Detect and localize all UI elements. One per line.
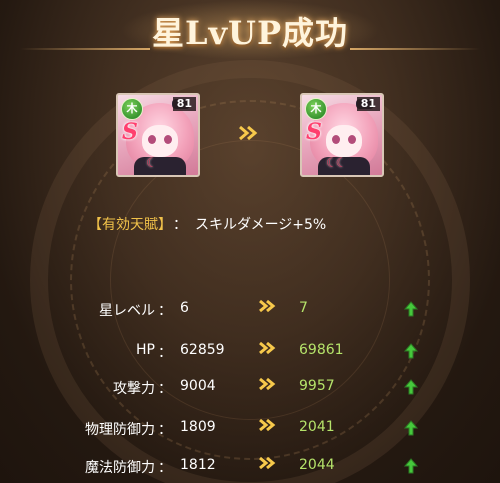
- stat-old-value: 1809: [180, 419, 216, 435]
- result-title: 星LvUP成功: [151, 14, 349, 52]
- double-chevron-right-icon-svg: [259, 418, 276, 432]
- stat-new-value: 7: [299, 300, 308, 316]
- double-chevron-right-icon: [258, 340, 278, 360]
- character-eye-right: [164, 135, 172, 144]
- double-chevron-right-icon-svg: [259, 377, 276, 391]
- stat-old-value: 6: [180, 300, 189, 316]
- stat-new-value: 2041: [299, 419, 335, 435]
- stat-colon: ：: [158, 345, 172, 361]
- stat-row-magic-defense: 魔法防御力 ： 1812 2044: [0, 453, 500, 481]
- double-chevron-right-icon: [238, 125, 260, 145]
- rarity-label: S: [306, 119, 322, 145]
- double-chevron-right-icon: [258, 417, 278, 437]
- character-card-before: 木 81 S ☾: [116, 93, 200, 177]
- green-up-arrow-icon-svg: [404, 301, 418, 317]
- effective-talent-line: 【有効天賦】 ： スキルダメージ+5%: [88, 214, 326, 234]
- talent-separator: ：: [173, 217, 187, 233]
- double-chevron-right-icon: [258, 298, 278, 318]
- stat-row-physical-defense: 物理防御力 ： 1809 2041: [0, 415, 500, 443]
- stat-label: 星レベル: [99, 303, 155, 319]
- star-moon-icon: ☾: [146, 156, 158, 171]
- stat-colon: ：: [158, 303, 172, 319]
- stat-new-value: 2044: [299, 457, 335, 473]
- character-outfit: [134, 157, 186, 175]
- wood-element-icon: 木: [121, 98, 143, 120]
- stat-old-value: 62859: [180, 342, 225, 358]
- green-up-arrow-icon-svg: [404, 379, 418, 395]
- stat-colon: ：: [158, 381, 172, 397]
- stat-colon: ：: [158, 422, 172, 438]
- stat-row-hp: HP ： 62859 69861: [0, 338, 500, 366]
- green-up-arrow-icon-svg: [404, 458, 418, 474]
- stat-row-attack: 攻撃力 ： 9004 9957: [0, 374, 500, 402]
- stat-label: 物理防御力: [85, 422, 155, 438]
- rarity-label: S: [122, 119, 138, 145]
- character-eye-left: [332, 135, 340, 144]
- double-chevron-right-icon: [258, 455, 278, 475]
- star-levelup-result-screen: 星LvUP成功 木 81 S ☾ 木 81 S ☾☾ 【有効天賦】 ： スキルダメー…: [0, 0, 500, 483]
- stat-row-star-level: 星レベル ： 6 7: [0, 296, 500, 324]
- star-moon-icon: ☾☾: [326, 156, 347, 171]
- double-chevron-right-icon-svg: [239, 125, 258, 141]
- green-up-arrow-icon-svg: [404, 420, 418, 436]
- character-level-badge: 81: [356, 97, 380, 111]
- stat-old-value: 1812: [180, 457, 216, 473]
- stat-label: HP: [136, 342, 155, 358]
- character-eye-left: [148, 135, 156, 144]
- character-card-after: 木 81 S ☾☾: [300, 93, 384, 177]
- stat-old-value: 9004: [180, 378, 216, 394]
- stat-label: 攻撃力: [113, 381, 155, 397]
- talent-text: スキルダメージ+5%: [195, 217, 327, 233]
- stat-colon: ：: [158, 460, 172, 476]
- talent-tag: 【有効天賦】: [88, 217, 165, 233]
- stat-label: 魔法防御力: [85, 460, 155, 476]
- character-eye-right: [348, 135, 356, 144]
- wood-element-icon: 木: [305, 98, 327, 120]
- double-chevron-right-icon-svg: [259, 456, 276, 470]
- double-chevron-right-icon-svg: [259, 299, 276, 313]
- stat-new-value: 9957: [299, 378, 335, 394]
- double-chevron-right-icon: [258, 376, 278, 396]
- double-chevron-right-icon-svg: [259, 341, 276, 355]
- green-up-arrow-icon-svg: [404, 343, 418, 359]
- stat-new-value: 69861: [299, 342, 344, 358]
- character-level-badge: 81: [172, 97, 196, 111]
